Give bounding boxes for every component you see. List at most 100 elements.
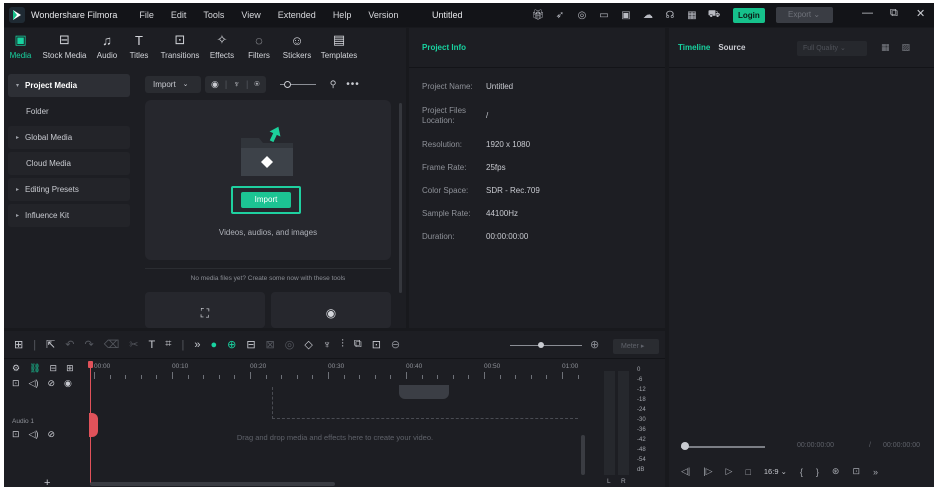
image-icon[interactable]: ▨ [902,42,911,53]
close-button[interactable]: ✕ [916,7,925,20]
mute-icon[interactable]: ⊘ [47,429,55,440]
eye-icon[interactable]: ◉ [64,378,72,389]
filter-icon[interactable]: ⚲ [330,79,337,90]
menu-version[interactable]: Version [368,10,398,20]
delete-icon[interactable]: ⌫ [104,338,120,351]
quality-dropdown[interactable]: Full Quality ⌄ [797,41,867,56]
speed-icon[interactable]: ◎ [285,338,295,351]
preview-progress-knob[interactable] [681,442,689,450]
snapshot-icon[interactable]: ⊡ [852,466,860,477]
sidebar-item-cloud-media[interactable]: Cloud Media [8,152,130,175]
tab-templates[interactable]: ▤ Templates [316,28,362,71]
undo-icon[interactable]: ↶ [65,338,74,351]
monitor-icon[interactable]: ▭ [597,8,611,22]
speaker-icon[interactable]: ◁) [29,429,39,440]
media-scrollbar[interactable] [399,103,402,293]
tab-filters[interactable]: ◌ Filters [240,28,278,71]
snapshot-grid-icon[interactable]: ▦ [881,42,890,53]
redo-icon[interactable]: ↷ [85,338,94,351]
split-icon[interactable]: ⊠ [266,338,275,351]
microphone-icon[interactable]: ♆ [233,79,240,89]
add-track-button[interactable]: + [44,477,50,487]
link-icon[interactable]: ⛓ [29,363,40,374]
stop-icon[interactable]: □ [745,467,750,477]
playhead[interactable] [90,361,91,485]
cloud-icon[interactable]: ☁ [641,8,655,22]
crop-icon[interactable]: ⌗ [165,338,171,351]
sidebar-item-project-media[interactable]: ▾ Project Media [8,74,130,97]
tab-stickers[interactable]: ☺ Stickers [278,28,316,71]
tab-transitions[interactable]: ⊡ Transitions [156,28,204,71]
ai-copilot-icon[interactable]: ● [210,339,217,351]
preview-progress-bar[interactable] [681,446,765,448]
timeline-zoom-slider[interactable] [510,345,582,346]
cart-icon[interactable]: ⛟ [707,8,721,22]
timeline-horizontal-scrollbar[interactable] [90,482,335,486]
tab-stock-media[interactable]: ⊟ Stock Media [37,28,92,71]
timeline-ruler[interactable]: 00:00 00:10 00:20 00:30 00:40 00:50 01:00 [90,363,580,385]
playhead-cap[interactable] [88,361,93,368]
zoom-out-icon[interactable]: ⊖ [391,338,400,351]
cut-icon[interactable]: ✂ [129,338,138,351]
subtitle-icon[interactable]: ⊡ [372,338,381,351]
gift-icon[interactable]: 🎁︎ [531,8,545,22]
grid-icon[interactable]: ▦ [685,8,699,22]
marker-icon[interactable]: ⊕ [227,338,236,351]
send-icon[interactable]: ➶ [553,8,567,22]
import-drop-area[interactable]: Import Videos, audios, and images [145,100,391,260]
tab-media[interactable]: ▣ Media [4,28,37,71]
import-dropdown[interactable]: Import ⌄ [145,75,201,93]
more-icon[interactable]: ••• [346,79,360,90]
thumbnail-zoom-slider[interactable] [279,80,316,88]
tab-effects[interactable]: ✧ Effects [204,28,240,71]
headset-icon[interactable]: ☊ [663,8,677,22]
menu-file[interactable]: File [139,10,154,20]
group-icon[interactable]: ⊟ [246,338,255,351]
tab-audio[interactable]: ♫ Audio [92,28,122,71]
slider-knob[interactable] [283,80,291,88]
menu-view[interactable]: View [241,10,260,20]
zoom-in-icon[interactable]: ⊕ [590,338,599,351]
aspect-ratio-dropdown[interactable]: 16:9 ⌄ [764,467,787,476]
speaker-icon[interactable]: ◁) [29,378,39,389]
record-screen-icon[interactable]: ◉ [211,79,219,90]
sidebar-item-folder[interactable]: Folder [8,100,130,123]
next-frame-icon[interactable]: |▷ [703,466,712,477]
menu-extended[interactable]: Extended [278,10,316,20]
sidebar-item-editing-presets[interactable]: ▸ Editing Presets [8,178,130,201]
mark-in-icon[interactable]: { [800,467,803,477]
lightbulb-icon[interactable]: ◎ [575,8,589,22]
sidebar-item-global-media[interactable]: ▸ Global Media [8,126,130,149]
import-button[interactable]: Import [241,192,291,208]
maximize-button[interactable]: ⧉ [890,7,898,20]
menu-tools[interactable]: Tools [203,10,224,20]
tab-titles[interactable]: T Titles [122,28,156,71]
menu-edit[interactable]: Edit [171,10,187,20]
mark-out-icon[interactable]: } [816,467,819,477]
play-icon[interactable]: ▷ [726,466,733,477]
settings-icon[interactable]: ⚙ [12,363,20,374]
track-layout-icon[interactable]: ⊞ [66,363,74,374]
expand-icon[interactable]: » [194,339,200,351]
voice-icon[interactable]: ♆ [323,339,331,351]
text-tool-icon[interactable]: T [149,339,156,351]
login-button[interactable]: Login [733,8,765,23]
create-tool-card-2[interactable]: ◉ [271,292,391,328]
save-icon[interactable]: ▣ [619,8,633,22]
previous-frame-icon[interactable]: ◁| [681,466,690,477]
minimize-button[interactable]: — [862,7,873,19]
lock-icon[interactable]: ⊡ [12,429,20,440]
tab-source[interactable]: Source [718,43,745,52]
hide-track-icon[interactable]: ⊘ [47,378,55,389]
more-controls-icon[interactable]: » [873,467,878,477]
select-tool-icon[interactable]: ⇱ [46,338,55,351]
create-tool-card-1[interactable]: ⛶ [145,292,265,328]
timeline-vertical-scrollbar[interactable] [581,435,585,475]
tab-timeline[interactable]: Timeline [678,43,710,52]
timeline-zoom-knob[interactable] [538,342,544,348]
add-track-icon[interactable]: ⊟ [50,363,58,374]
audio-mixer-icon[interactable]: ⫶ [341,338,344,351]
render-icon[interactable]: ⊛ [832,466,840,477]
ai-voice-icon[interactable]: ⍟ [254,79,259,90]
export-button[interactable]: Export ⌄ [776,7,833,23]
